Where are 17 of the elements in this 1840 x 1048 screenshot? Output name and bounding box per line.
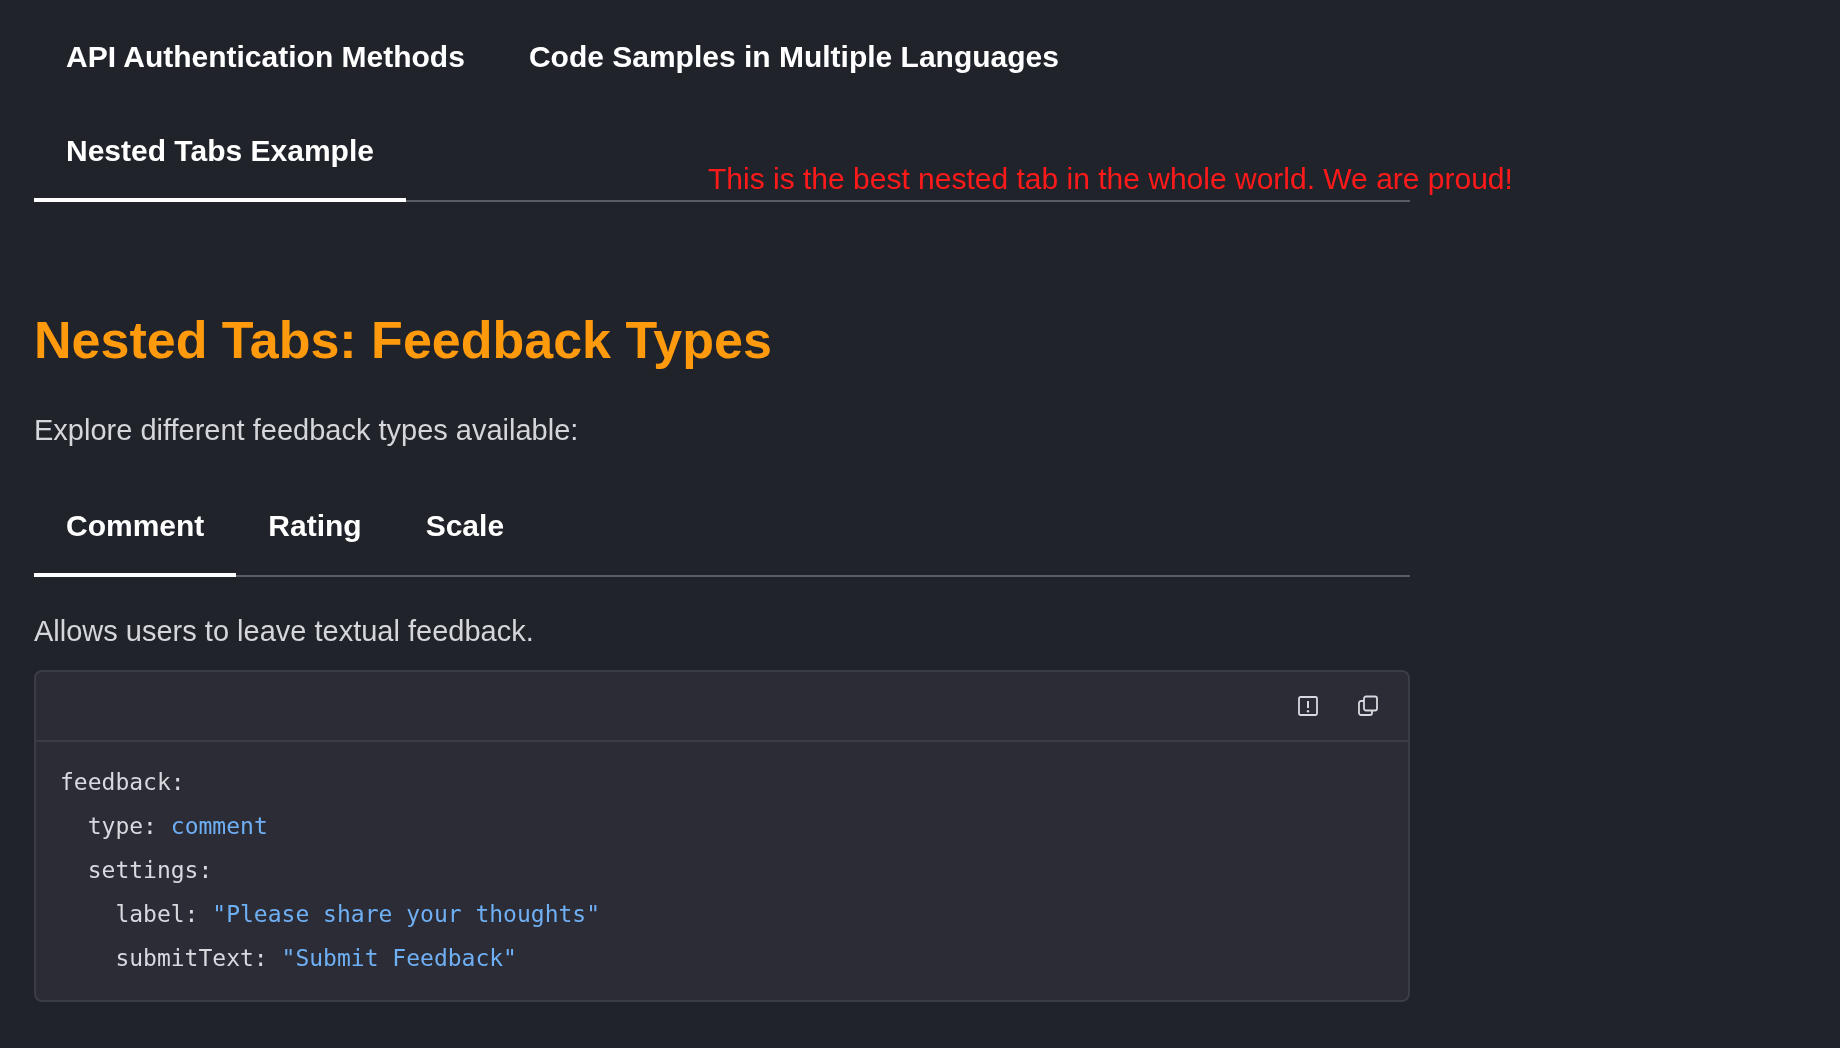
- tab[interactable]: Code Samples in Multiple Languages: [496, 12, 1091, 108]
- code-line: label: "Please share your thoughts": [114, 900, 602, 929]
- copy-icon: [1356, 694, 1380, 718]
- tab[interactable]: API Authentication Methods: [34, 12, 497, 108]
- code-line: settings:: [86, 856, 214, 885]
- tab[interactable]: Rating: [236, 481, 394, 577]
- description-text: Allows users to leave textual feedback.: [34, 615, 535, 648]
- tab[interactable]: Comment: [34, 481, 237, 577]
- code-line: feedback:: [60, 768, 186, 797]
- report-icon: [1296, 694, 1320, 718]
- code-line: submitText: "Submit Feedback": [114, 944, 518, 973]
- tab[interactable]: Scale: [393, 481, 537, 577]
- code-line: type: comment: [86, 812, 269, 841]
- tab-note: This is the best nested tab in the whole world. We are proud!: [708, 162, 1513, 196]
- tab[interactable]: Nested Tabs Example: [34, 106, 406, 202]
- intro-text: Explore different feedback types available:: [34, 414, 580, 447]
- page-heading: Nested Tabs: Feedback Types: [34, 310, 773, 370]
